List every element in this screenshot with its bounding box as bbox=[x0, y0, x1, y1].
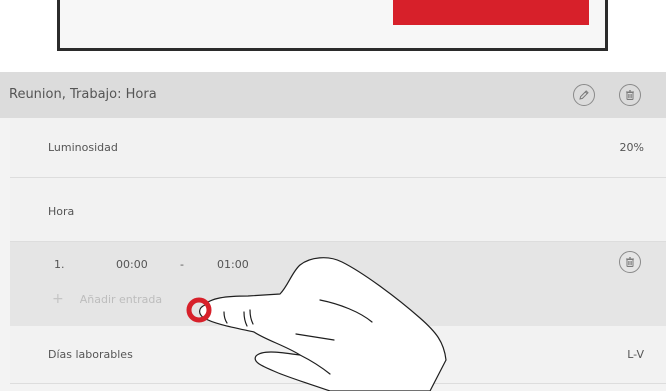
plus-icon: + bbox=[52, 291, 64, 307]
time-entries-block: 1. 00:00 - 01:00 + Añadir entrada bbox=[10, 242, 666, 326]
dias-value: L-V bbox=[627, 348, 644, 361]
add-entry-button[interactable]: + Añadir entrada bbox=[52, 291, 162, 307]
entry-number: 1. bbox=[54, 258, 65, 271]
trash-icon bbox=[626, 257, 634, 267]
add-entry-label: Añadir entrada bbox=[79, 292, 163, 306]
entry-separator: - bbox=[180, 258, 184, 271]
entry-end-time[interactable]: 01:00 bbox=[217, 258, 249, 271]
app-window: Reunion, Trabajo: Hora Luminosidad 20% H… bbox=[0, 0, 666, 391]
trash-icon bbox=[626, 90, 634, 100]
pencil-icon bbox=[579, 90, 589, 100]
hora-label: Hora bbox=[48, 205, 75, 218]
schedule-header[interactable]: Reunion, Trabajo: Hora bbox=[0, 72, 666, 118]
edit-button[interactable] bbox=[573, 84, 595, 106]
preview-red-block bbox=[393, 0, 589, 25]
preview-frame bbox=[57, 0, 608, 51]
dias-laborables-row[interactable]: Días laborables L-V bbox=[10, 326, 666, 384]
entry-start-time[interactable]: 00:00 bbox=[116, 258, 148, 271]
luminosidad-label: Luminosidad bbox=[48, 141, 118, 154]
delete-entry-button[interactable] bbox=[619, 251, 641, 273]
delete-schedule-button[interactable] bbox=[619, 84, 641, 106]
luminosidad-value: 20% bbox=[619, 141, 644, 154]
dias-label: Días laborables bbox=[48, 348, 133, 361]
preview-area bbox=[0, 0, 666, 72]
hora-row[interactable]: Hora bbox=[10, 178, 666, 242]
schedule-title: Reunion, Trabajo: Hora bbox=[9, 87, 157, 102]
luminosidad-row[interactable]: Luminosidad 20% bbox=[10, 118, 666, 178]
